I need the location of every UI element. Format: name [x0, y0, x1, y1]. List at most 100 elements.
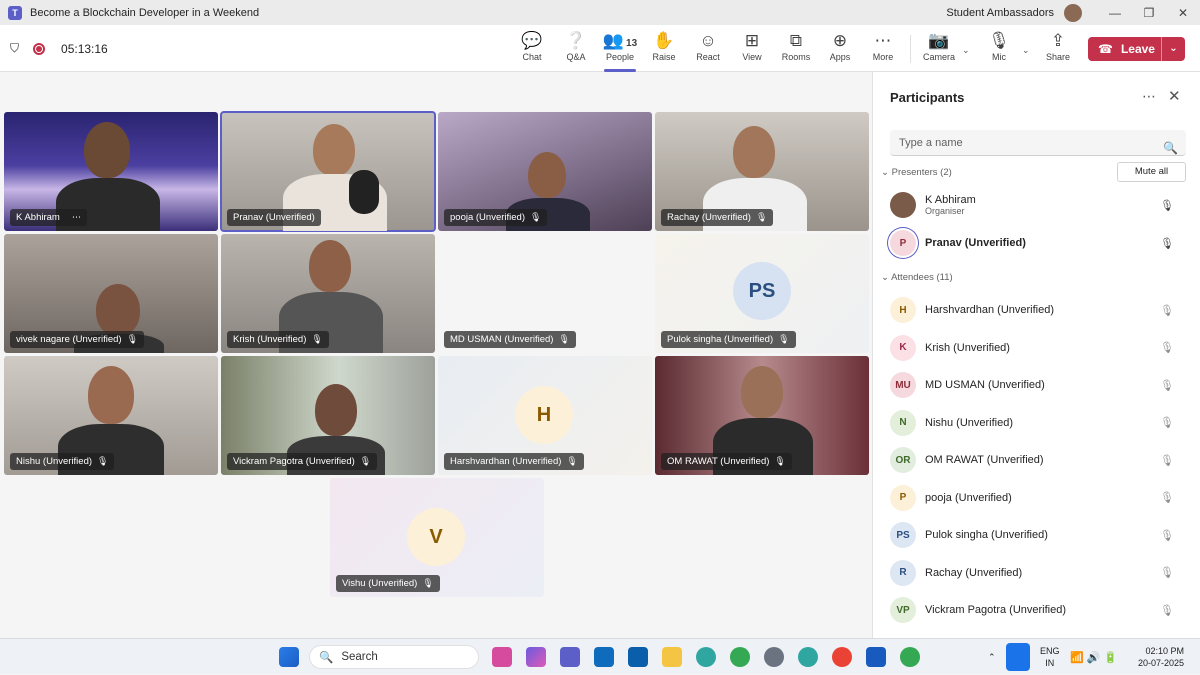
participant-row[interactable]: K Abhiram Organiser 🎙	[890, 188, 1190, 222]
participant-head	[309, 240, 351, 292]
search-icon: 🔍	[1163, 141, 1178, 155]
camera-button[interactable]: 📷 Camera	[917, 25, 961, 72]
avatar: P	[890, 484, 916, 511]
taskbar-search[interactable]: 🔍 Search	[309, 645, 479, 669]
avatar: PS	[890, 522, 916, 548]
participant-row[interactable]: N Nishu (Unverified) 🎙	[890, 406, 1190, 440]
file-explorer-icon[interactable]	[662, 647, 682, 667]
maximize-button[interactable]: ❐	[1132, 6, 1166, 20]
mic-muted-icon: 🎙	[311, 334, 323, 344]
video-tile[interactable]: MD USMAN (Unverified) 🎙	[438, 234, 652, 353]
apps-button[interactable]: ⊕ Apps	[818, 25, 862, 72]
participant-role: Organiser	[925, 206, 965, 216]
mic-button[interactable]: 🎙 Mic	[977, 25, 1021, 72]
recording-icon	[33, 42, 46, 55]
participant-name: K Abhiram	[925, 194, 976, 206]
language-indicator[interactable]: ENG IN	[1040, 639, 1060, 675]
video-stage: K Abhiram ⋯ Pranav (Unverified) pooja (Un…	[0, 72, 872, 638]
wifi-volume-battery-icon[interactable]: 📶 🔊 🔋	[1070, 639, 1117, 675]
video-tile[interactable]: pooja (Unverified) 🎙	[438, 112, 652, 231]
panel-title: Participants	[890, 90, 965, 105]
video-tile[interactable]: H Harshvardhan (Unverified) 🎙	[438, 356, 652, 475]
account-avatar[interactable]	[1064, 3, 1082, 22]
raise-hand-button[interactable]: ✋ Raise	[642, 25, 686, 72]
teams-icon[interactable]	[560, 647, 580, 667]
close-window-button[interactable]: ✕	[1166, 6, 1200, 20]
rooms-button[interactable]: ⧉ Rooms	[774, 25, 818, 72]
camera-options-chevron-icon[interactable]: ⌄	[962, 45, 970, 56]
view-button[interactable]: ⊞ View	[730, 25, 774, 72]
chat-button[interactable]: 💬 Chat	[510, 25, 554, 72]
mic-icon: 🎙	[1160, 237, 1174, 250]
start-icon[interactable]	[279, 647, 299, 667]
mic-muted-icon: 🎙	[359, 456, 372, 466]
participant-row[interactable]: P Pranav (Unverified) 🎙	[890, 226, 1190, 260]
video-tile[interactable]: Pranav (Unverified)	[220, 111, 436, 232]
tile-name-label: Rachay (Unverified) 🎙	[661, 209, 774, 226]
participant-row[interactable]: Ppooja (Unverified) 🎙	[890, 481, 1190, 515]
video-tile[interactable]: vivek nagare (Unverified) 🎙	[4, 234, 218, 353]
minimize-button[interactable]: —	[1098, 6, 1132, 20]
app-icon[interactable]	[492, 647, 512, 667]
panel-more-icon[interactable]: ⋯	[1142, 88, 1156, 105]
participant-head	[528, 152, 566, 198]
video-tile[interactable]: PS Pulok singha (Unverified) 🎙	[655, 234, 869, 353]
chrome-icon[interactable]	[730, 647, 750, 667]
chrome-icon[interactable]	[900, 647, 920, 667]
video-tile[interactable]: Nishu (Unverified) 🎙	[4, 356, 218, 475]
presenters-section-header[interactable]: ⌄ Presenters (2)	[881, 167, 952, 178]
qa-button[interactable]: ❔ Q&A	[554, 25, 598, 72]
video-tile[interactable]: K Abhiram ⋯	[4, 112, 218, 231]
meeting-timer: 05:13:16	[61, 41, 108, 56]
attendees-section-header[interactable]: ⌄ Attendees (11)	[881, 272, 953, 283]
tile-more-icon[interactable]: ⋯	[72, 212, 82, 223]
participant-row[interactable]: K Krish (Unverified) 🎙	[890, 331, 1190, 365]
tile-name: Krish (Unverified)	[233, 334, 307, 345]
participant-row[interactable]: PS Pulok singha (Unverified) 🎙	[890, 518, 1190, 552]
panel-close-icon[interactable]: ✕	[1168, 87, 1181, 105]
video-tile[interactable]: Krish (Unverified) 🎙	[221, 234, 435, 353]
video-tile[interactable]: OM RAWAT (Unverified) 🎙	[655, 356, 869, 475]
word-icon[interactable]	[866, 647, 886, 667]
leave-options-chevron-icon[interactable]: ⌄	[1161, 37, 1185, 61]
people-label: People	[605, 52, 635, 62]
leave-button[interactable]: ☎ Leave ⌄	[1088, 37, 1185, 61]
edge-icon[interactable]	[798, 647, 818, 667]
participant-row[interactable]: R Rachay (Unverified) 🎙	[890, 556, 1190, 590]
people-button[interactable]: 👥 13 People	[598, 25, 642, 72]
share-button[interactable]: ⇪ Share	[1036, 25, 1080, 72]
participant-row[interactable]: OR OM RAWAT (Unverified) 🎙	[890, 443, 1190, 477]
outlook-icon[interactable]	[594, 647, 614, 667]
edge-icon[interactable]	[696, 647, 716, 667]
share-label: Share	[1045, 52, 1071, 62]
more-button[interactable]: ⋯ More	[861, 25, 905, 72]
chrome-icon[interactable]	[832, 647, 852, 667]
tile-name-label: Nishu (Unverified) 🎙	[10, 453, 115, 470]
copilot-icon[interactable]	[526, 647, 546, 667]
mic-options-chevron-icon[interactable]: ⌄	[1022, 45, 1030, 56]
tray-chevron-icon[interactable]: ⌃	[988, 639, 996, 675]
participant-row[interactable]: H Harshvardhan (Unverified) 🎙	[890, 293, 1190, 327]
clock[interactable]: 02:10 PM 20-07-2025	[1138, 639, 1184, 675]
org-name[interactable]: Student Ambassadors	[946, 7, 1054, 19]
tile-name-label: OM RAWAT (Unverified) 🎙	[661, 453, 792, 470]
mic-muted-icon: 🎙	[126, 334, 139, 344]
video-tile[interactable]: V Vishu (Unverified) 🎙	[330, 478, 544, 597]
mute-all-button[interactable]: Mute all	[1117, 162, 1186, 182]
avatar: MU	[890, 372, 916, 398]
microphone-prop	[349, 170, 379, 214]
react-button[interactable]: ☺ React	[686, 25, 730, 72]
mic-tray-icon[interactable]	[1006, 643, 1030, 671]
mic-muted-icon: 🎙	[1160, 342, 1174, 354]
settings-icon[interactable]	[764, 647, 784, 667]
video-tile[interactable]: Vickram Pagotra (Unverified) 🎙	[221, 356, 435, 475]
participant-row[interactable]: MU MD USMAN (Unverified) 🎙	[890, 368, 1190, 402]
region-label: IN	[1045, 658, 1055, 668]
mic-muted-icon: 🎙	[566, 456, 578, 466]
avatar: P	[890, 230, 916, 256]
video-tile[interactable]: Rachay (Unverified) 🎙	[655, 112, 869, 231]
participant-name: Vickram Pagotra (Unverified)	[925, 604, 1067, 616]
outlook-new-icon[interactable]	[628, 647, 648, 667]
participant-row[interactable]: VP Vickram Pagotra (Unverified) 🎙	[890, 593, 1190, 627]
participant-search-input[interactable]: Type a name 🔍	[890, 130, 1186, 156]
